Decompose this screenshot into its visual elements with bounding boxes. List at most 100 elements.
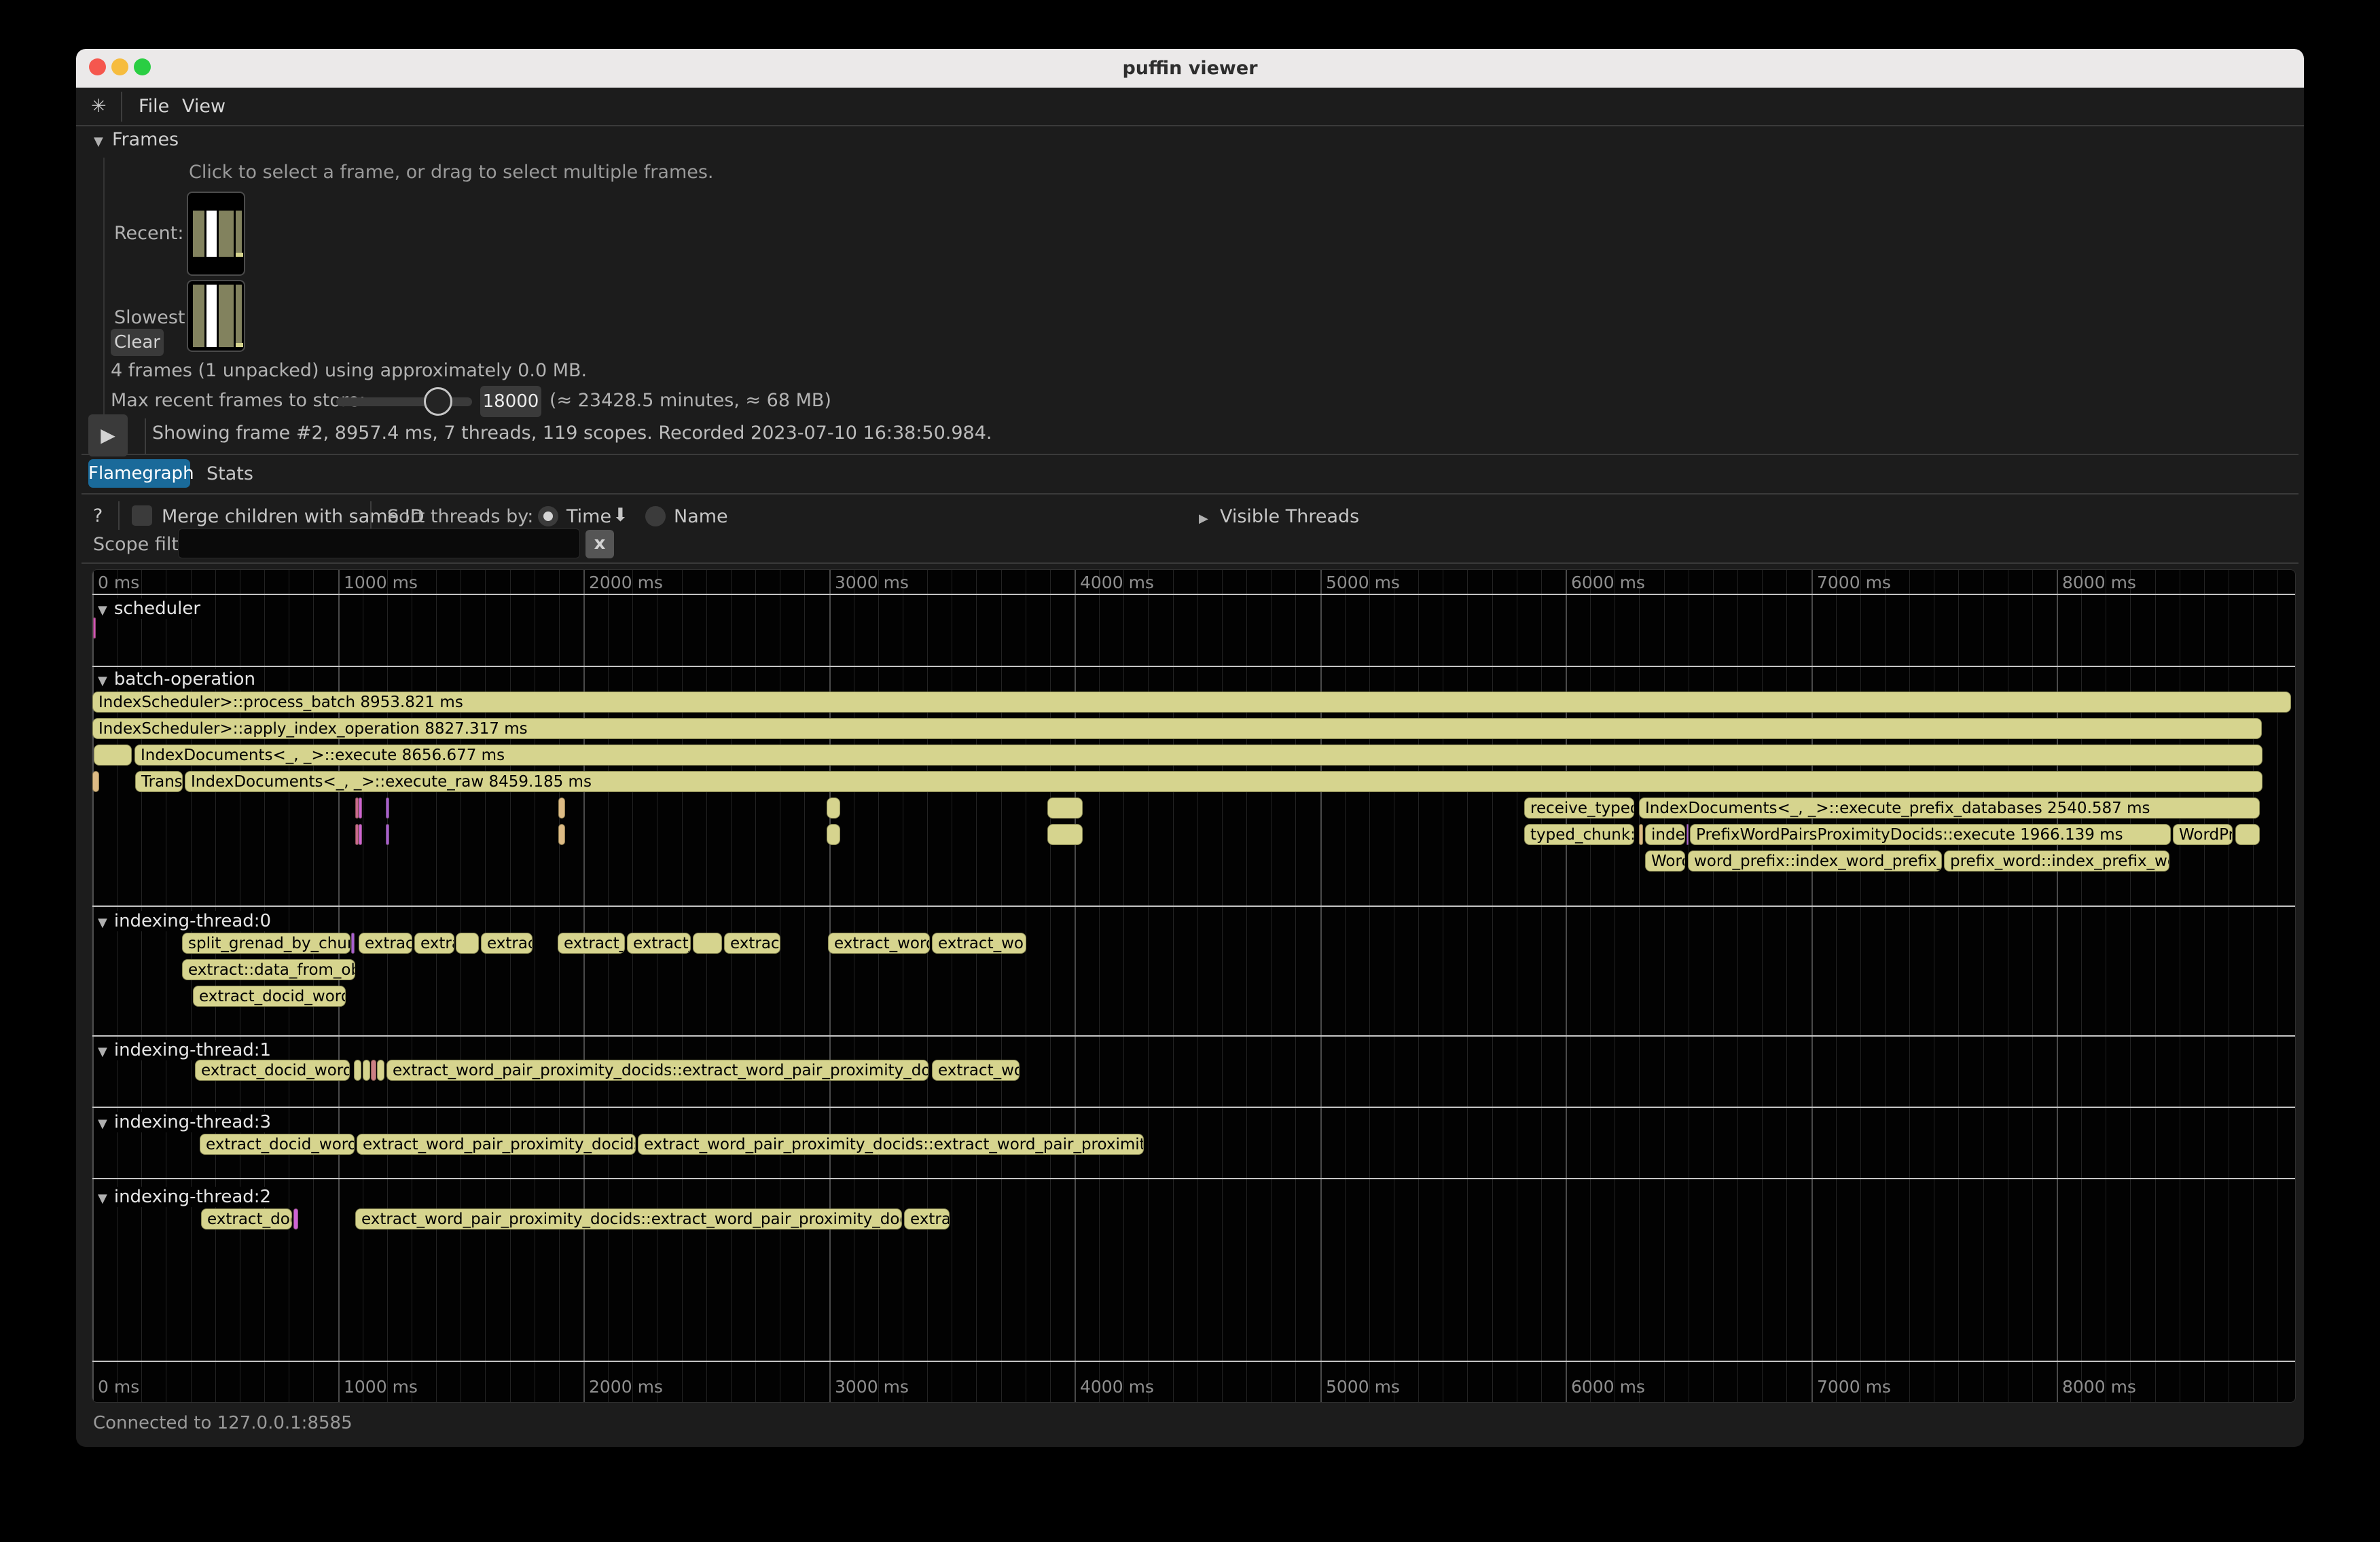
frame-thumbnail-recent[interactable] (187, 192, 245, 276)
menu-view[interactable]: View (182, 96, 226, 117)
scope-bar[interactable]: WordPr (2173, 824, 2233, 845)
scope-bar[interactable] (456, 933, 479, 954)
frames-hint: Click to select a frame, or drag to sele… (189, 162, 714, 183)
visible-threads-header[interactable]: ▶ Visible Threads (1199, 506, 1359, 527)
thread-header[interactable]: ▼batch-operation (95, 669, 262, 689)
scope-bar[interactable]: extract (724, 933, 780, 954)
scope-bar[interactable] (354, 1060, 361, 1081)
thread-header[interactable]: ▼indexing-thread:3 (95, 1112, 278, 1132)
merge-children-label: Merge children with same ID (162, 506, 425, 527)
frames-summary: 4 frames (1 unpacked) using approximatel… (111, 360, 587, 381)
thread-name: indexing-thread:1 (114, 1040, 271, 1060)
scope-bar[interactable]: IndexDocuments<_, _>::execute_raw 8459.1… (185, 771, 2262, 792)
thread-separator-line (92, 1035, 2296, 1037)
scope-bar[interactable]: extract_doc (201, 1208, 292, 1230)
thread-header[interactable]: ▼indexing-thread:1 (95, 1040, 278, 1060)
scope-bar[interactable] (2235, 824, 2260, 845)
scope-bar[interactable]: extract_ (627, 933, 691, 954)
help-button[interactable]: ? (93, 505, 103, 526)
scope-filter-input[interactable] (178, 528, 580, 558)
scope-bar[interactable] (359, 797, 362, 819)
tab-stats[interactable]: Stats (206, 463, 253, 484)
app-window: puffin viewer ✳ File View ▼ Frames Click… (76, 49, 2304, 1447)
scope-bar[interactable]: extract_wo (932, 933, 1026, 954)
scope-bar[interactable]: word_prefix::index_word_prefix_ (1688, 850, 1942, 872)
scope-bar[interactable]: extrac (481, 933, 533, 954)
play-button[interactable]: ▶ (88, 414, 128, 456)
scope-bar[interactable]: receive_typed_ (1524, 797, 1634, 819)
scope-bar[interactable]: prefix_word::index_prefix_wo (1944, 850, 2169, 872)
scope-bar[interactable] (386, 824, 389, 845)
scope-bar[interactable]: IndexDocuments<_, _>::execute 8656.677 m… (134, 745, 2262, 766)
scope-bar[interactable] (359, 824, 362, 845)
scope-bar[interactable]: extrac (904, 1208, 950, 1230)
frame-thumbnail-slowest[interactable] (187, 280, 245, 352)
scope-bar[interactable]: extract_word_pair_proximity_docids (357, 1134, 636, 1155)
sort-direction-arrow-icon[interactable]: ⬇ (613, 505, 628, 526)
scope-bar[interactable] (1639, 824, 1643, 845)
sort-time-radio[interactable] (538, 506, 558, 526)
tab-flamegraph[interactable]: Flamegraph (88, 459, 190, 488)
scope-bar[interactable]: extract_word (828, 933, 930, 954)
flamegraph-panel[interactable]: 0 ms0 ms1000 ms1000 ms2000 ms2000 ms3000… (92, 569, 2296, 1403)
scope-bar[interactable] (558, 824, 565, 845)
frames-section-header[interactable]: ▼ Frames (94, 129, 179, 150)
scope-bar[interactable]: extract_docid_word (193, 986, 346, 1007)
scope-bar[interactable] (827, 797, 840, 819)
time-ruler-label: 2000 ms (589, 573, 663, 592)
max-frames-note: (≈ 23428.5 minutes, ≈ 68 MB) (549, 390, 831, 411)
scope-bar[interactable] (558, 797, 565, 819)
max-frames-slider-knob[interactable] (424, 387, 452, 416)
scope-bar[interactable]: extract_ (558, 933, 625, 954)
thread-header[interactable]: ▼indexing-thread:2 (95, 1187, 278, 1207)
scope-bar[interactable]: index (1645, 824, 1685, 845)
scope-bar[interactable] (351, 933, 355, 954)
scope-bar[interactable]: Word (1645, 850, 1685, 872)
thumbnail-bar (236, 211, 242, 257)
scope-bar[interactable]: extra (414, 933, 454, 954)
scope-bar[interactable] (93, 617, 96, 639)
max-frames-value[interactable]: 18000 (480, 386, 541, 417)
scope-bar[interactable] (371, 1060, 376, 1081)
scope-bar[interactable] (693, 933, 722, 954)
scope-bar[interactable]: extract_word_pair_proximity_docids::extr… (386, 1060, 928, 1081)
sort-name-radio[interactable] (645, 506, 666, 526)
scope-bar[interactable]: IndexScheduler>::process_batch 8953.821 … (92, 692, 2291, 713)
scope-bar[interactable] (386, 797, 389, 819)
scope-bar[interactable] (293, 1208, 298, 1230)
scope-bar[interactable] (377, 1060, 384, 1081)
scope-bar[interactable]: extract_docid_word (195, 1060, 350, 1081)
scope-bar[interactable] (1047, 824, 1083, 845)
scope-bar[interactable] (363, 1060, 370, 1081)
scope-bar[interactable]: Trans (135, 771, 183, 792)
scope-bar[interactable] (1687, 824, 1689, 845)
merge-children-checkbox[interactable] (132, 505, 152, 526)
scope-bar[interactable] (827, 824, 840, 845)
scope-bar[interactable]: IndexDocuments<_, _>::execute_prefix_dat… (1639, 797, 2260, 819)
thread-header[interactable]: ▼scheduler (95, 598, 207, 619)
divider (121, 92, 122, 122)
scope-bar[interactable]: IndexScheduler>::apply_index_operation 8… (92, 718, 2262, 739)
scope-bar[interactable]: split_grenad_by_chun (182, 933, 350, 954)
scope-bar[interactable]: extract::data_from_ob (182, 959, 355, 980)
time-ruler-label: 5000 ms (1326, 573, 1400, 592)
clear-filter-button[interactable]: x (585, 530, 614, 558)
scope-bar[interactable] (94, 745, 132, 766)
scope-bar[interactable] (1047, 797, 1083, 819)
theme-toggle-icon[interactable]: ✳ (91, 96, 107, 117)
thumbnail-bar (219, 285, 234, 347)
menu-file[interactable]: File (139, 96, 169, 117)
scope-bar[interactable]: extract_word_pair_proximity_docids::extr… (355, 1208, 902, 1230)
scope-bar[interactable]: extract (359, 933, 412, 954)
scope-bar[interactable]: typed_chunk::w (1524, 824, 1634, 845)
scope-bar[interactable]: PrefixWordPairsProximityDocids::execute … (1690, 824, 2171, 845)
thread-header[interactable]: ▼indexing-thread:0 (95, 911, 278, 931)
collapse-caret-icon: ▼ (98, 674, 107, 688)
time-ruler-label: 6000 ms (1571, 1377, 1645, 1397)
clear-frames-button[interactable]: Clear (111, 329, 164, 356)
scope-bar[interactable]: extract_docid_word (200, 1134, 355, 1155)
slowest-label: Slowest: (114, 307, 192, 328)
scope-bar[interactable] (92, 771, 99, 792)
scope-bar[interactable]: extract_wo (932, 1060, 1020, 1081)
scope-bar[interactable]: extract_word_pair_proximity_docids::extr… (638, 1134, 1144, 1155)
